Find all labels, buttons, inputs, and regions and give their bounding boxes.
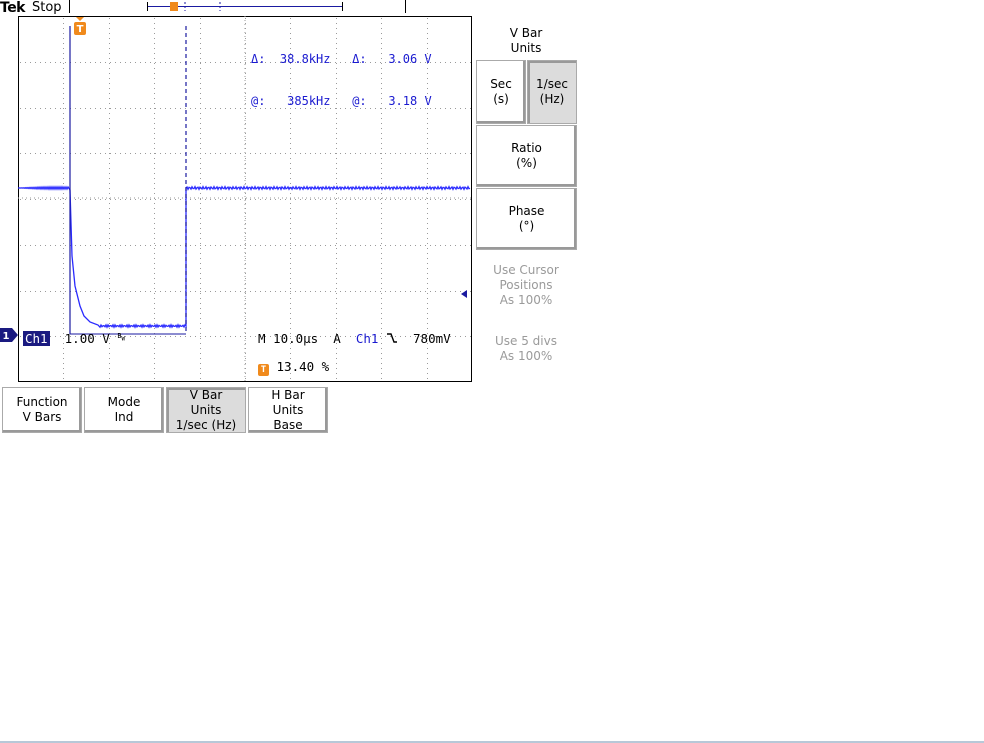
button-label: Function xyxy=(16,395,68,409)
run-state: Stop xyxy=(32,0,62,15)
v-bar-position: 385kHz xyxy=(287,94,331,108)
v-bar-delta: 38.8kHz xyxy=(279,52,331,66)
side-menu-title: V Bar Units xyxy=(476,26,576,56)
delta-label: Δ: xyxy=(352,52,367,66)
side-menu-title-line: Units xyxy=(510,41,542,55)
header-divider xyxy=(69,0,70,13)
header-divider xyxy=(405,0,406,13)
option-label: Use Cursor xyxy=(493,263,559,277)
button-label: (s) xyxy=(493,92,509,106)
use-5-divs-option[interactable]: Use 5 divs As 100% xyxy=(476,334,576,364)
channel-status: Ch1 1.00 V BW xyxy=(23,331,125,346)
falling-edge-icon xyxy=(386,331,398,346)
ch1-trace xyxy=(18,185,471,329)
button-label: Ratio xyxy=(511,141,542,155)
trigger-source: Ch1 xyxy=(355,331,379,346)
bw-limit-sub: W xyxy=(121,336,126,343)
button-label: Ind xyxy=(114,410,134,424)
timebase-status: M 10.0µs A Ch1 780mV xyxy=(258,331,451,346)
at-label: @: xyxy=(352,94,367,108)
button-label: (°) xyxy=(518,219,535,233)
button-label: (%) xyxy=(516,156,537,170)
trigger-position-value: 13.40 % xyxy=(276,359,330,374)
h-bar-delta: 3.06 V xyxy=(388,52,432,66)
function-button[interactable]: Function V Bars xyxy=(2,387,82,433)
button-label: Units xyxy=(272,402,304,417)
at-label: @: xyxy=(251,94,266,108)
channel-scale: 1.00 V xyxy=(64,331,110,346)
brand-logo: Tek xyxy=(0,0,26,16)
option-label: As 100% xyxy=(499,293,553,307)
button-label: (Hz) xyxy=(539,92,565,106)
button-label: V Bar xyxy=(189,387,223,402)
use-cursor-positions-option[interactable]: Use Cursor Positions As 100% xyxy=(476,263,576,308)
v-bar-units-button[interactable]: V Bar Units 1/sec (Hz) xyxy=(166,387,246,433)
option-label: Use 5 divs xyxy=(495,334,557,348)
button-label: Sec xyxy=(490,77,512,91)
svg-text:1: 1 xyxy=(3,331,10,342)
button-label: Base xyxy=(273,417,303,432)
button-label: Mode xyxy=(107,395,141,409)
side-menu-title-line: V Bar xyxy=(509,26,543,40)
channel-tag: Ch1 xyxy=(23,331,50,346)
button-label: Units xyxy=(190,402,222,417)
trigger-position-status: T 13.40 % xyxy=(258,359,329,376)
trigger-position-icon: T xyxy=(74,17,86,35)
trigger-level-marker xyxy=(461,290,467,298)
option-label: As 100% xyxy=(499,349,553,363)
trigger-position-marker: T xyxy=(258,364,269,376)
button-label: Phase xyxy=(508,204,545,218)
sec-button[interactable]: Sec (s) xyxy=(476,60,526,124)
mode-button[interactable]: Mode Ind xyxy=(84,387,164,433)
ch1-ground-marker[interactable]: 1 xyxy=(0,328,20,342)
ratio-button[interactable]: Ratio (%) xyxy=(476,125,577,187)
trigger-level: 780mV xyxy=(413,331,451,346)
h-bar-position: 3.18 V xyxy=(388,94,432,108)
phase-button[interactable]: Phase (°) xyxy=(476,188,577,250)
timebase-text: M 10.0µs A xyxy=(258,331,356,346)
button-label: 1/sec xyxy=(536,77,568,91)
delta-label: Δ: xyxy=(251,52,266,66)
button-label: H Bar xyxy=(271,387,305,402)
svg-text:T: T xyxy=(77,24,84,35)
cursor-readout: Δ: 38.8kHz Δ: 3.06 V @: 385kHz @: 3.18 V xyxy=(251,24,432,136)
hz-button[interactable]: 1/sec (Hz) xyxy=(527,60,577,124)
option-label: Positions xyxy=(499,278,553,292)
button-label: V Bars xyxy=(22,410,62,424)
waveform-display[interactable]: T Δ: 38.8kHz Δ: 3.06 V @: 385kHz @: 3.18… xyxy=(18,16,472,382)
button-label: 1/sec (Hz) xyxy=(175,417,237,432)
record-view-bar xyxy=(147,2,343,11)
h-bar-units-button[interactable]: H Bar Units Base xyxy=(248,387,328,433)
